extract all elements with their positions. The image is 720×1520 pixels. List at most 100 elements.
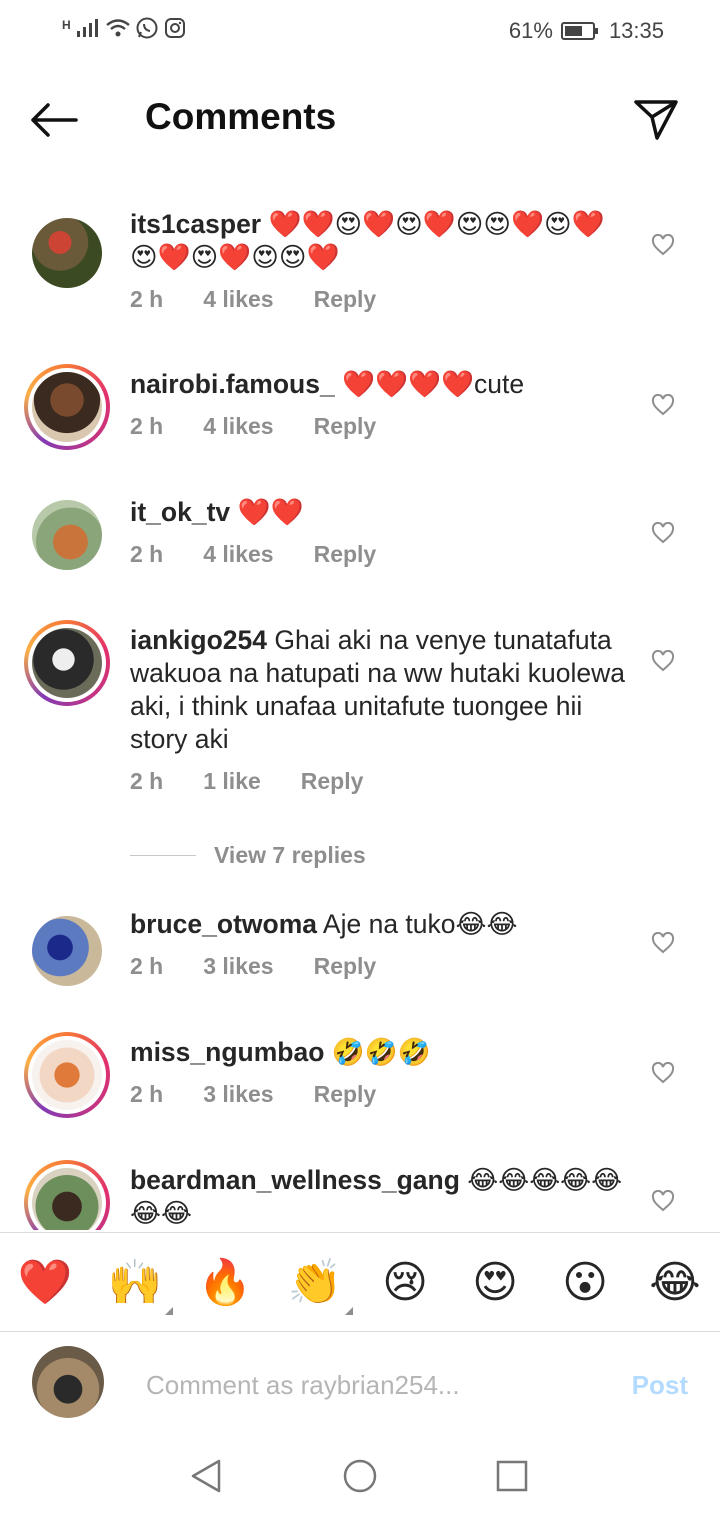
like-button[interactable] (648, 518, 678, 548)
comment-meta: 2 h 4 likes Reply (130, 286, 630, 313)
comment-likes[interactable]: 4 likes (203, 413, 273, 440)
view-replies-button[interactable]: View 7 replies (130, 842, 366, 869)
status-icons-right: 61% 13:35 (509, 18, 664, 44)
avatar[interactable] (24, 1160, 110, 1230)
heart-outline-icon (651, 932, 675, 954)
comment-likes[interactable]: 1 like (203, 768, 261, 795)
heart-outline-icon (651, 1190, 675, 1212)
avatar[interactable] (24, 908, 110, 994)
like-button[interactable] (648, 1058, 678, 1088)
whatsapp-icon (136, 17, 158, 39)
comment-username[interactable]: its1casper (130, 209, 261, 239)
nav-back-icon (191, 1459, 221, 1493)
comment-username[interactable]: bruce_otwoma (130, 909, 317, 939)
reply-button[interactable]: Reply (314, 1081, 377, 1108)
nav-recents-button[interactable] (492, 1456, 532, 1496)
avatar[interactable] (24, 364, 110, 450)
network-type-label: H (62, 18, 71, 32)
send-icon (634, 100, 678, 140)
comment-time: 2 h (130, 541, 164, 567)
heart-outline-icon (651, 394, 675, 416)
share-button[interactable] (628, 92, 684, 148)
avatar[interactable] (24, 492, 110, 578)
reaction-heart[interactable]: ❤️ (15, 1255, 75, 1311)
reply-button[interactable]: Reply (301, 768, 364, 795)
reaction-fire[interactable]: 🔥 (195, 1255, 255, 1311)
instagram-icon (164, 18, 185, 38)
like-button[interactable] (648, 390, 678, 420)
comment-likes[interactable]: 3 likes (203, 1081, 273, 1108)
comment-text: bruce_otwoma Aje na tuko😂😂 (130, 908, 630, 941)
comment-likes[interactable]: 3 likes (203, 953, 273, 980)
clap-emoji: 👏 (287, 1258, 343, 1307)
like-button[interactable] (648, 928, 678, 958)
comment-text: miss_ngumbao 🤣🤣🤣 (130, 1036, 630, 1069)
reaction-heart-eyes[interactable]: 😍 (465, 1255, 525, 1311)
comment-meta: 2 h 4 likes Reply (130, 541, 630, 568)
like-button[interactable] (648, 1186, 678, 1216)
clock: 13:35 (608, 18, 664, 43)
comment-meta: 2 h 3 likes Reply (130, 953, 630, 980)
comment-message: 🤣🤣🤣 (331, 1037, 431, 1067)
comment-input[interactable] (144, 1362, 608, 1408)
comment-text: its1casper ❤️❤️😍❤️😍❤️😍😍❤️😍❤️😍❤️😍❤️😍😍❤️ (130, 208, 630, 274)
comment-username[interactable]: beardman_wellness_gang (130, 1165, 460, 1195)
system-nav-bar (0, 1432, 720, 1520)
comment-message: ❤️❤️ (237, 497, 304, 527)
status-icons-left: H (62, 16, 187, 40)
comment-text: it_ok_tv ❤️❤️ (130, 496, 630, 529)
comment-meta: 2 h 4 likes Reply (130, 413, 630, 440)
nav-home-icon (343, 1459, 377, 1493)
nav-home-button[interactable] (340, 1456, 380, 1496)
heart-outline-icon (651, 522, 675, 544)
reaction-laughing[interactable]: 😂 (645, 1255, 705, 1311)
raised-hands-emoji: 🙌 (107, 1258, 163, 1307)
comment-text: iankigo254 Ghai aki na venye tunatafuta … (130, 624, 630, 756)
comment-time: 2 h (130, 953, 164, 979)
back-arrow-icon (31, 103, 78, 137)
reply-button[interactable]: Reply (314, 541, 377, 568)
comment-username[interactable]: nairobi.famous_ (130, 369, 335, 399)
wifi-icon (105, 19, 130, 37)
comment-username[interactable]: it_ok_tv (130, 497, 230, 527)
comment-text: nairobi.famous_ ❤️❤️❤️❤️cute (130, 368, 630, 401)
like-button[interactable] (648, 646, 678, 676)
comments-screen: H 61% 13:35 Comments its1casper ❤️❤️😍❤️😍… (0, 0, 720, 1520)
heart-outline-icon (651, 650, 675, 672)
avatar[interactable] (24, 210, 110, 296)
comment-username[interactable]: miss_ngumbao (130, 1037, 324, 1067)
avatar[interactable] (24, 620, 110, 706)
battery-percent: 61% (508, 18, 553, 43)
comment-meta: 2 h 1 like Reply (130, 768, 630, 795)
nav-recents-icon (496, 1460, 528, 1492)
reaction-crying[interactable]: 😢 (375, 1255, 435, 1311)
reply-button[interactable]: Reply (314, 413, 377, 440)
post-button[interactable]: Post (632, 1370, 688, 1401)
comments-list[interactable]: its1casper ❤️❤️😍❤️😍❤️😍😍❤️😍❤️😍❤️😍❤️😍😍❤️ 2… (0, 174, 720, 1230)
comment-likes[interactable]: 4 likes (203, 541, 273, 568)
comment-time: 2 h (130, 413, 164, 439)
reaction-raised-hands[interactable]: 🙌 (105, 1255, 173, 1315)
nav-back-button[interactable] (186, 1456, 226, 1496)
heart-outline-icon (651, 234, 675, 256)
my-avatar (32, 1346, 104, 1418)
comment-message: ❤️❤️❤️❤️cute (342, 369, 525, 399)
reaction-clap[interactable]: 👏 (285, 1255, 353, 1315)
reaction-surprised[interactable]: 😮 (555, 1255, 615, 1311)
header: Comments (0, 62, 720, 174)
avatar[interactable] (24, 1032, 110, 1118)
comment-meta: 2 h 3 likes Reply (130, 1081, 630, 1108)
battery-icon (560, 22, 598, 40)
comment-likes[interactable]: 4 likes (203, 286, 273, 313)
signal-icon (76, 19, 98, 37)
reply-button[interactable]: Reply (314, 286, 377, 313)
comment-text: beardman_wellness_gang 😂😂😂😂😂😂😂 (130, 1164, 630, 1230)
back-button[interactable] (26, 92, 82, 148)
comment-username[interactable]: iankigo254 (130, 625, 267, 655)
reply-button[interactable]: Reply (314, 953, 377, 980)
status-bar: H 61% 13:35 (0, 0, 720, 62)
skin-tone-caret (165, 1307, 173, 1315)
like-button[interactable] (648, 230, 678, 260)
skin-tone-caret (345, 1307, 353, 1315)
comment-time: 2 h (130, 768, 164, 794)
